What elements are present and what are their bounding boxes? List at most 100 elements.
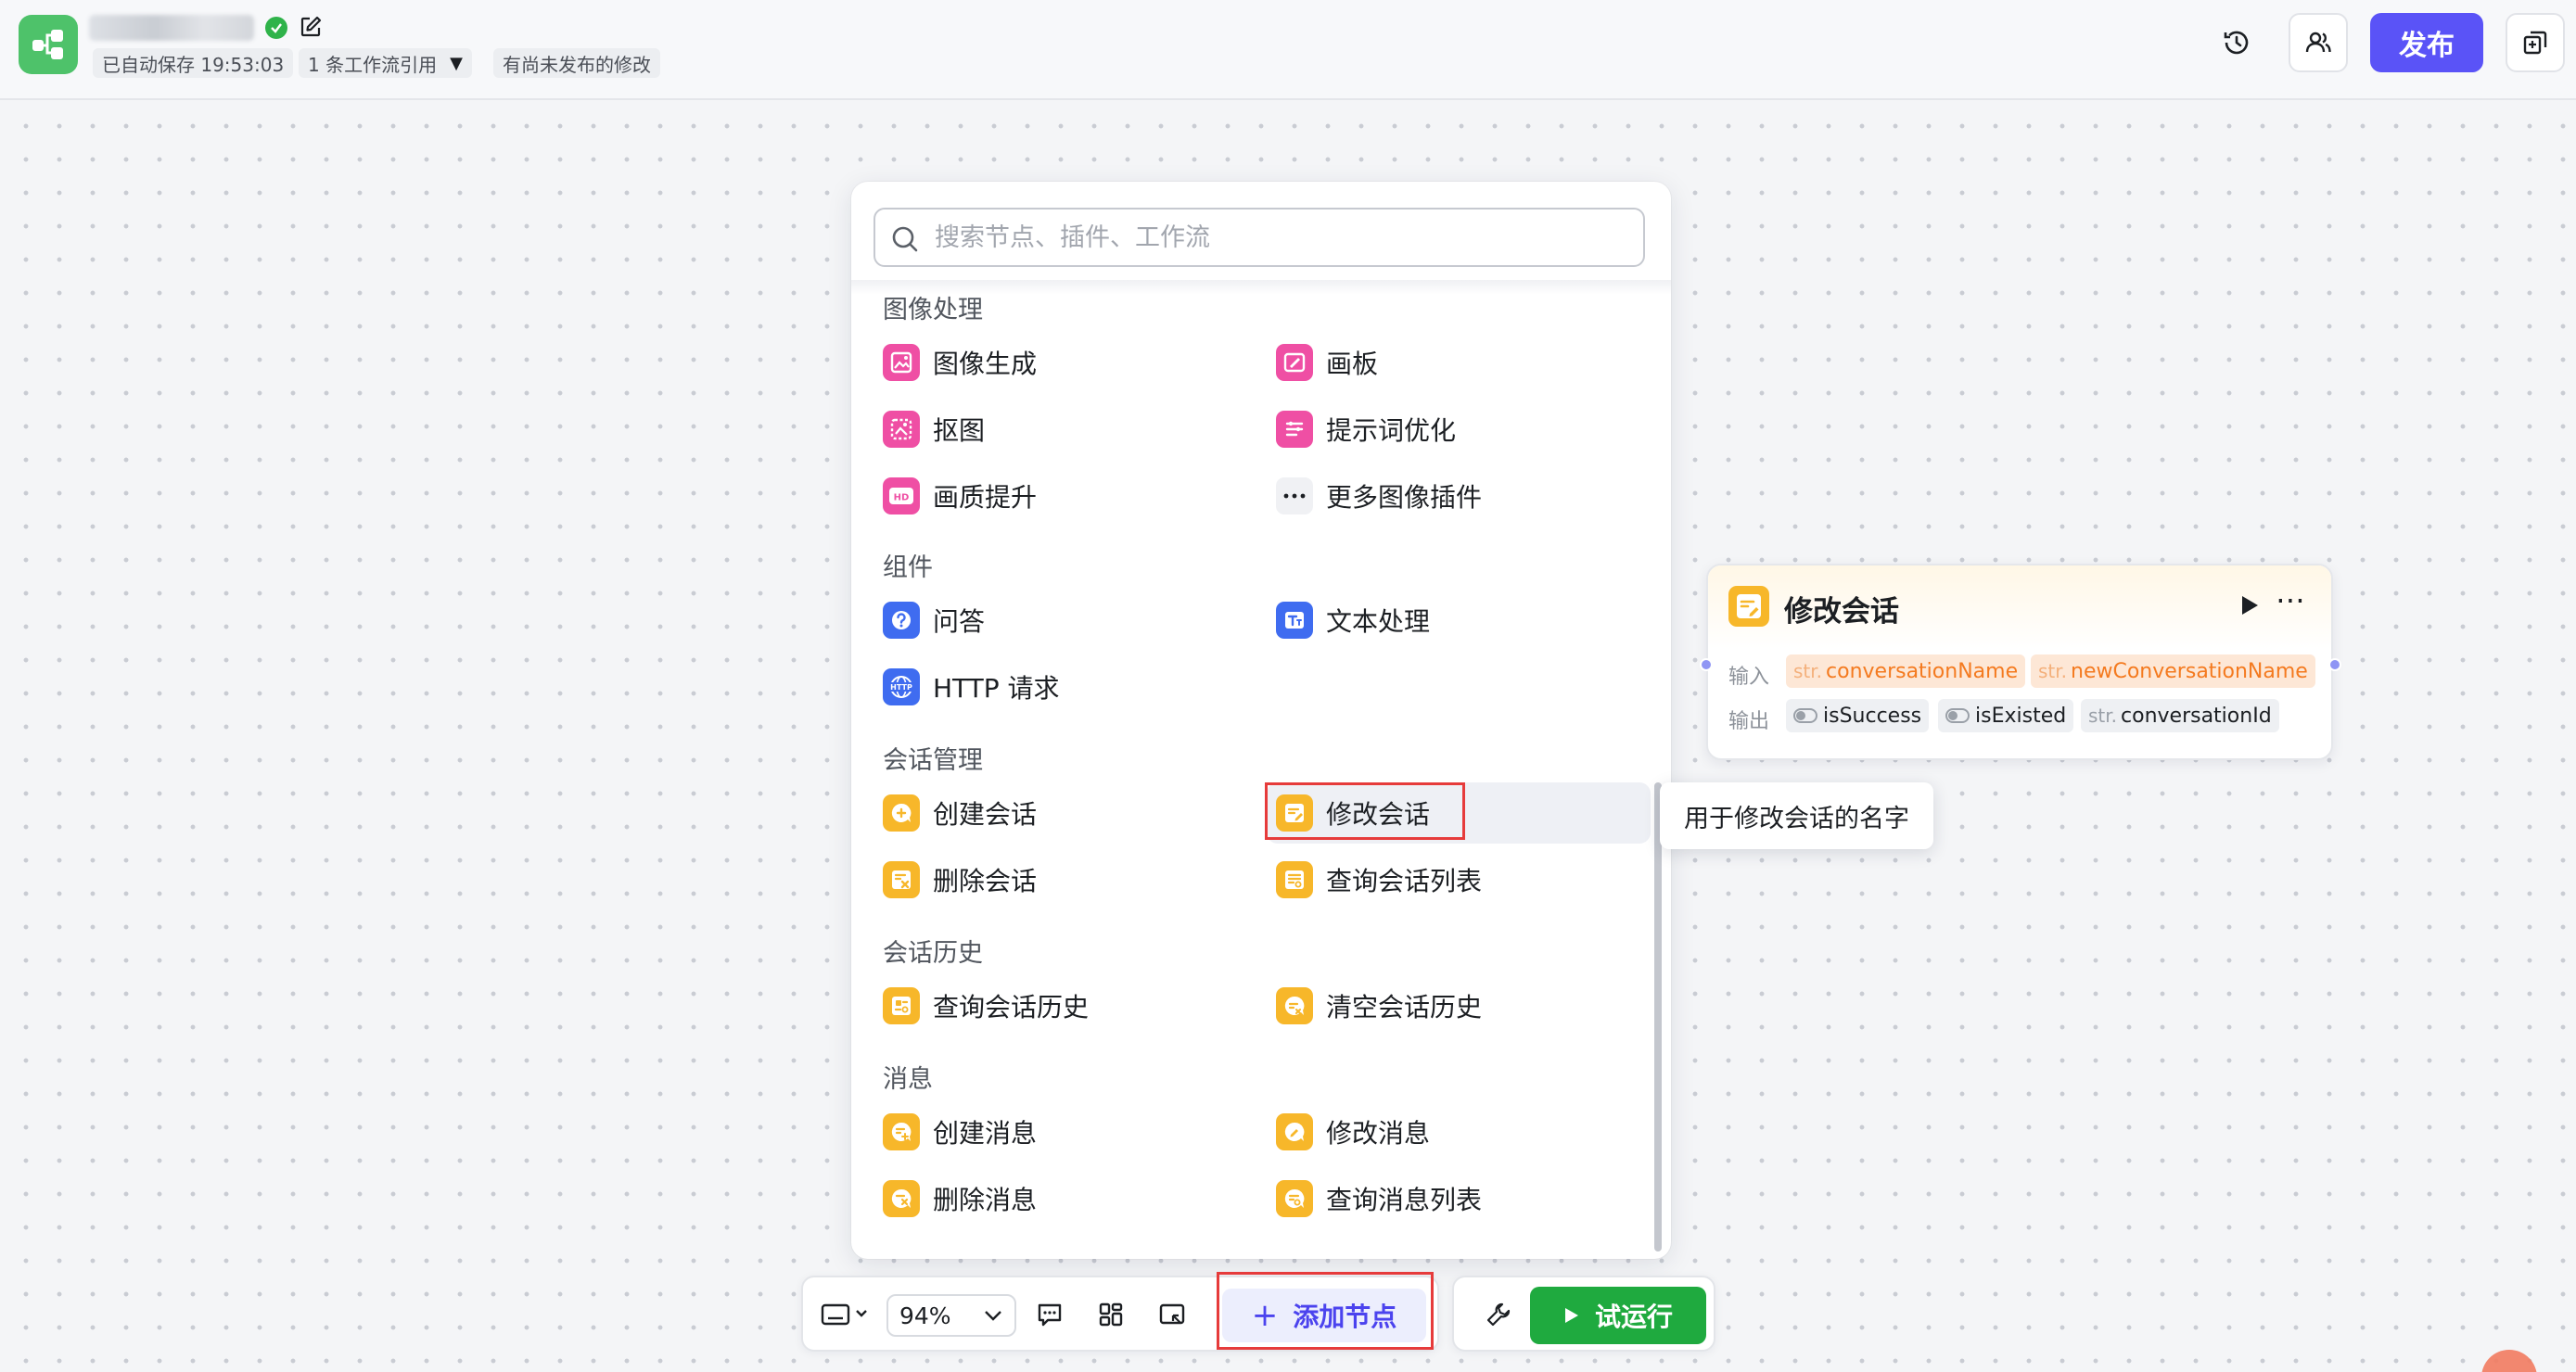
node-run-icon[interactable] <box>2238 593 2261 621</box>
node-input-port[interactable] <box>1700 658 1713 671</box>
saved-check-icon <box>265 17 287 39</box>
node-label: 修改消息 <box>1326 1118 1431 1149</box>
node-item-delete-conversation[interactable]: 删除会话 <box>874 849 1254 910</box>
node-search-box[interactable] <box>874 208 1645 267</box>
hd-icon: HD <box>883 477 920 514</box>
test-run-button[interactable]: 试运行 <box>1530 1287 1706 1344</box>
edit-message-icon <box>1276 1113 1313 1150</box>
node-item-more-image-plugins[interactable]: 更多图像插件 <box>1267 465 1647 527</box>
node-search-input[interactable] <box>935 219 1621 256</box>
http-icon: HTTP <box>883 668 920 705</box>
node-item-http-request[interactable]: HTTP HTTP 请求 <box>874 656 1254 718</box>
node-item-text-process[interactable]: 文本处理 <box>1267 590 1647 651</box>
comment-icon <box>1038 1303 1062 1327</box>
node-label: HTTP 请求 <box>933 673 1060 704</box>
node-label: 画板 <box>1326 349 1379 379</box>
node-label: 更多图像插件 <box>1326 482 1483 513</box>
comment-button[interactable] <box>1029 1294 1070 1335</box>
param-name: conversationId <box>2121 704 2272 728</box>
node-label: 图像生成 <box>933 349 1038 379</box>
create-conversation-icon <box>883 794 920 832</box>
history-icon <box>2224 31 2249 55</box>
search-icon <box>892 226 918 252</box>
node-item-create-message[interactable]: 创建消息 <box>874 1101 1254 1162</box>
output-param-is-existed: isExisted <box>1938 699 2074 732</box>
publish-button[interactable]: 发布 <box>2370 13 2483 72</box>
workflow-references-dropdown[interactable]: 1 条工作流引用 ▼ <box>299 48 472 78</box>
debug-settings-button[interactable] <box>1478 1294 1519 1335</box>
boolean-toggle-icon <box>1793 708 1817 723</box>
node-item-list-messages[interactable]: 查询消息列表 <box>1267 1168 1647 1229</box>
add-node-button[interactable]: + 添加节点 <box>1222 1289 1426 1342</box>
node-item-clear-history[interactable]: 清空会话历史 <box>1267 975 1647 1036</box>
node-output-port[interactable] <box>2328 658 2341 671</box>
question-icon <box>883 602 920 639</box>
param-name: conversationName <box>1826 659 2019 683</box>
add-node-panel: 图像处理 图像生成 画板 抠图 提示词优化 HD 画质提升 更多图像插件 <box>851 182 1671 1259</box>
create-message-icon <box>883 1113 920 1150</box>
workflow-node-title: 修改会话 <box>1784 595 1899 629</box>
node-item-delete-message[interactable]: 删除消息 <box>874 1168 1254 1229</box>
section-title-history: 会话历史 <box>883 939 983 968</box>
side-panel-button[interactable] <box>2506 13 2565 72</box>
minimap-icon <box>1159 1303 1185 1325</box>
node-input-label: 输入 <box>1728 666 1770 689</box>
auto-layout-button[interactable] <box>1090 1294 1131 1335</box>
node-label: 创建消息 <box>933 1118 1038 1149</box>
section-title-image: 图像处理 <box>883 296 983 324</box>
param-type: str. <box>2038 660 2068 682</box>
canvas-icon <box>1276 344 1313 381</box>
keyboard-mode-icon <box>821 1303 867 1326</box>
node-label: 删除消息 <box>933 1185 1038 1215</box>
node-label: 提示词优化 <box>1326 415 1457 446</box>
prompt-optimize-icon <box>1276 411 1313 448</box>
layout-grid-icon <box>1099 1302 1123 1327</box>
query-history-icon <box>883 987 920 1024</box>
edit-conversation-icon <box>1276 794 1313 832</box>
param-type: str. <box>1793 660 1823 682</box>
edit-icon[interactable] <box>299 15 325 41</box>
param-name: isSuccess <box>1823 704 1922 728</box>
node-item-prompt-optimize[interactable]: 提示词优化 <box>1267 399 1647 460</box>
node-label: 抠图 <box>933 415 986 446</box>
node-more-icon[interactable]: ⋯ <box>2276 582 2306 617</box>
node-item-edit-message[interactable]: 修改消息 <box>1267 1101 1647 1162</box>
panel-scrollbar[interactable] <box>1654 782 1662 1251</box>
test-run-label: 试运行 <box>1594 1302 1673 1332</box>
edit-conversation-icon <box>1728 586 1769 627</box>
node-item-create-conversation[interactable]: 创建会话 <box>874 782 1254 844</box>
text-process-icon <box>1276 602 1313 639</box>
node-label: 清空会话历史 <box>1326 992 1483 1023</box>
assistant-bubble[interactable] <box>2481 1350 2537 1372</box>
zoom-select[interactable]: 94% <box>886 1294 1016 1337</box>
image-generate-icon <box>883 344 920 381</box>
section-title-components: 组件 <box>883 553 933 582</box>
plus-icon: + <box>1251 1297 1279 1334</box>
param-type: str. <box>2088 705 2118 727</box>
collaborators-button[interactable] <box>2289 13 2348 72</box>
add-node-label: 添加节点 <box>1293 1302 1397 1332</box>
node-label: 删除会话 <box>933 866 1038 896</box>
node-item-cutout[interactable]: 抠图 <box>874 399 1254 460</box>
node-item-image-generate[interactable]: 图像生成 <box>874 332 1254 393</box>
node-item-canvas[interactable]: 画板 <box>1267 332 1647 393</box>
minimap-button[interactable] <box>1152 1294 1192 1335</box>
workflow-name-blurred[interactable] <box>89 15 254 41</box>
interaction-mode-button[interactable] <box>816 1294 875 1335</box>
section-title-messages: 消息 <box>883 1065 933 1094</box>
node-item-list-conversations[interactable]: 查询会话列表 <box>1267 849 1647 910</box>
node-item-query-history[interactable]: 查询会话历史 <box>874 975 1254 1036</box>
node-item-question[interactable]: 问答 <box>874 590 1254 651</box>
play-icon <box>1564 1308 1578 1323</box>
more-dots-icon <box>1276 477 1313 514</box>
input-param-new-conversation-name: str. newConversationName <box>2031 654 2315 688</box>
node-label: 画质提升 <box>933 482 1038 513</box>
param-name: newConversationName <box>2071 659 2308 683</box>
autosave-status: 已自动保存 19:53:03 <box>93 48 294 78</box>
workflow-logo-icon <box>19 15 78 74</box>
node-item-quality-upscale[interactable]: HD 画质提升 <box>874 465 1254 527</box>
node-item-edit-conversation[interactable]: 修改会话 <box>1267 782 1651 844</box>
node-label: 创建会话 <box>933 799 1038 830</box>
history-button[interactable] <box>2207 13 2266 72</box>
workflow-node-edit-conversation[interactable]: 修改会话 ⋯ 输入 str. conversationName str. newCo… <box>1706 564 2333 760</box>
